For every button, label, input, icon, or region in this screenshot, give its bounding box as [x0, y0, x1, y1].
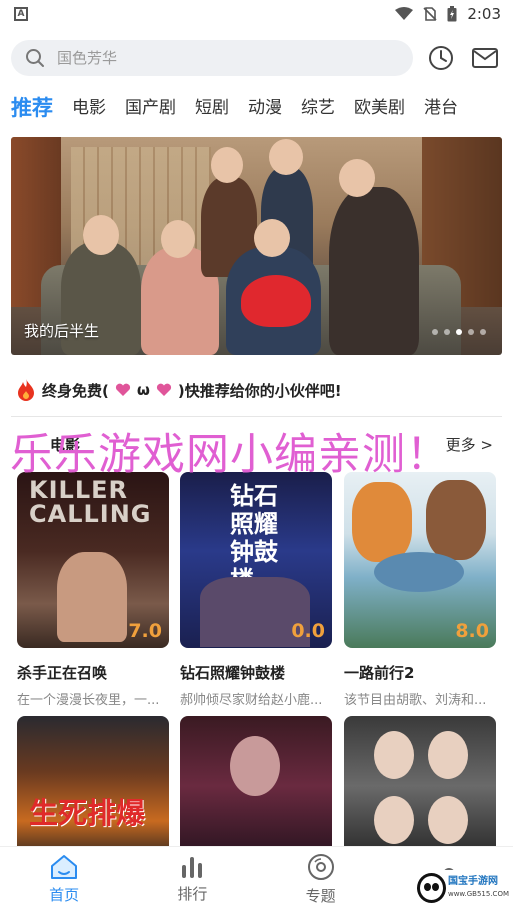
bar-chart-icon — [182, 857, 203, 878]
status-time: 2:03 — [467, 5, 501, 23]
banner-dot[interactable] — [480, 329, 486, 335]
banner-pagination — [432, 329, 486, 335]
banner-figure-head — [254, 219, 290, 257]
banner-caption: 我的后半生 — [24, 322, 100, 340]
home-icon — [51, 855, 78, 879]
movie-poster[interactable] — [344, 716, 496, 856]
poster-figure — [230, 736, 280, 796]
corner-logo-watermark: 国宝手游网 www.GB515.COM — [417, 870, 509, 906]
battery-icon — [447, 6, 457, 22]
wifi-icon — [395, 7, 414, 20]
banner-dot-active[interactable] — [456, 329, 462, 335]
movie-desc: 郝帅倾尽家财给赵小鹿... — [180, 693, 323, 708]
poster-figure — [57, 552, 127, 642]
movie-title: 一路前行2 — [344, 664, 415, 682]
header — [11, 40, 501, 76]
app-notification-icon: A — [14, 7, 28, 21]
movie-title: 钻石照耀钟鼓楼 — [180, 664, 286, 682]
status-bar: A 2:03 — [0, 0, 513, 28]
tab-domestic-drama[interactable]: 国产剧 — [125, 96, 176, 120]
banner-dot[interactable] — [468, 329, 474, 335]
banner-dot[interactable] — [432, 329, 438, 335]
status-icons: 2:03 — [395, 5, 501, 23]
movie-poster[interactable]: 生死排爆 — [17, 716, 169, 856]
banner-figure-head — [211, 147, 243, 183]
nav-ranking[interactable]: 排行 — [128, 847, 256, 912]
tab-short-drama[interactable]: 短剧 — [195, 96, 229, 120]
fire-icon — [18, 379, 34, 401]
banner-figure — [329, 187, 419, 355]
nav-ranking-label: 排行 — [177, 885, 208, 903]
promo-text-a: 终身免费( — [42, 381, 109, 400]
heart-icon — [115, 383, 130, 396]
section-more-link[interactable]: 更多 > — [446, 434, 493, 455]
movie-card[interactable]: KILLER CALLING 7.0 杀手正在召唤 在一个漫漫长夜里，一... — [17, 472, 169, 708]
movie-poster[interactable]: 8.0 — [344, 472, 496, 648]
promo-text-b: ω — [136, 381, 150, 399]
movie-card[interactable] — [344, 716, 496, 856]
no-sim-icon — [423, 7, 437, 21]
heart-icon — [156, 383, 171, 396]
banner-figure-head — [269, 139, 303, 175]
tab-variety[interactable]: 综艺 — [301, 96, 335, 120]
banner-dot[interactable] — [444, 329, 450, 335]
banner-figure-head — [339, 159, 375, 197]
movie-score: 8.0 — [455, 620, 489, 642]
corner-logo-name: 国宝手游网 — [447, 876, 498, 887]
tab-recommend[interactable]: 推荐 — [11, 96, 53, 120]
movie-poster[interactable]: 钻石照耀钟鼓楼 0.0 — [180, 472, 332, 648]
poster-figure — [374, 796, 414, 844]
tab-hk-tw[interactable]: 港台 — [424, 96, 458, 120]
movie-card[interactable]: 8.0 一路前行2 该节目由胡歌、刘涛和... — [344, 472, 496, 708]
search-input[interactable] — [57, 49, 357, 67]
corner-logo-url: www.GB515.COM — [447, 890, 509, 898]
poster-title-art: KILLER CALLING — [29, 476, 152, 528]
movie-score: 0.0 — [291, 620, 325, 642]
poster-otter-illustration — [426, 480, 486, 560]
nav-home[interactable]: 首页 — [0, 847, 128, 912]
movie-card[interactable]: 钻石照耀钟鼓楼 0.0 钻石照耀钟鼓楼 郝帅倾尽家财给赵小鹿... — [180, 472, 332, 708]
search-icon — [26, 49, 44, 67]
share-promo[interactable]: 终身免费( ω )快推荐给你的小伙伴吧! — [16, 378, 342, 402]
movie-desc: 该节目由胡歌、刘涛和... — [344, 693, 487, 708]
poster-fox-illustration — [352, 482, 412, 562]
banner-figure-head — [161, 220, 195, 258]
banner-figure-head — [83, 215, 119, 255]
poster-figure — [374, 731, 414, 779]
watermark-overlay: 乐乐游戏网小编亲测！ — [10, 430, 450, 480]
movie-poster[interactable] — [180, 716, 332, 856]
poster-title-art: 生死排爆 — [29, 796, 146, 830]
movie-card[interactable]: 生死排爆 — [17, 716, 169, 856]
history-clock-icon[interactable] — [428, 45, 454, 71]
message-mail-icon[interactable] — [471, 45, 499, 71]
category-tabs: 推荐 电影 国产剧 短剧 动漫 综艺 欧美剧 港台 — [11, 90, 513, 120]
movie-title: 杀手正在召唤 — [17, 664, 108, 682]
divider — [11, 416, 502, 417]
nav-topics-label: 专题 — [305, 887, 336, 905]
tab-anime[interactable]: 动漫 — [248, 96, 282, 120]
poster-figure — [428, 731, 468, 779]
movie-card[interactable] — [180, 716, 332, 856]
movie-score: 7.0 — [128, 620, 162, 642]
banner-heart-pillow — [241, 275, 311, 327]
featured-banner[interactable]: 我的后半生 — [11, 137, 502, 355]
poster-figure — [428, 796, 468, 844]
promo-text-c: )快推荐给你的小伙伴吧! — [177, 381, 342, 400]
disc-icon — [307, 854, 334, 880]
tab-movie[interactable]: 电影 — [72, 96, 106, 120]
nav-topics[interactable]: 专题 — [257, 847, 385, 912]
movie-poster[interactable]: KILLER CALLING 7.0 — [17, 472, 169, 648]
movie-desc: 在一个漫漫长夜里，一... — [17, 693, 160, 708]
tab-western-drama[interactable]: 欧美剧 — [354, 96, 405, 120]
nav-home-label: 首页 — [49, 886, 80, 904]
search-bar[interactable] — [11, 40, 413, 76]
panda-logo-icon — [417, 873, 446, 903]
poster-whale-illustration — [374, 552, 464, 592]
